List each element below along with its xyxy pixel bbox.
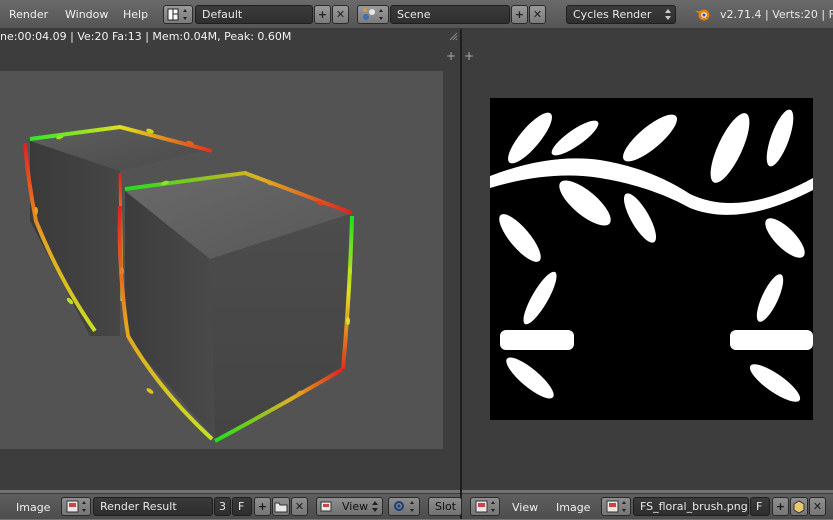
editor-type-button[interactable] [470, 497, 500, 516]
scene-name-field[interactable]: Scene [390, 5, 510, 24]
render-editor-footer: Image Render Result 3 F + ✕ View Slot [0, 493, 462, 519]
layout-selector-button[interactable] [163, 5, 193, 24]
zoom-pivot-dropdown[interactable] [388, 497, 420, 516]
image-menu[interactable]: Image [556, 501, 590, 514]
view-menu[interactable]: View [512, 501, 538, 514]
layout-name-field[interactable]: Default [195, 5, 313, 24]
render-info-text: ne:00:04.09 | Ve:20 Fa:13 | Mem:0.04M, P… [0, 30, 292, 43]
render-image-area[interactable] [0, 71, 443, 449]
updown-arrows-icon [665, 9, 671, 20]
blender-logo-icon [695, 9, 710, 21]
image-menu[interactable]: Image [16, 501, 50, 514]
image-icon [66, 500, 86, 513]
panel-toggle-plus-icon[interactable]: + [464, 49, 474, 63]
pack-image-button[interactable] [790, 497, 808, 516]
remove-layout-button[interactable]: ✕ [332, 5, 349, 24]
status-stats: v2.71.4 | Verts:20 | Fa [720, 8, 833, 21]
floral-brush-image [490, 109, 813, 420]
add-scene-button[interactable]: + [511, 5, 528, 24]
layout-grid-icon [167, 8, 187, 21]
image-editor-icon [475, 500, 495, 513]
image-users-count: 3 [214, 497, 231, 516]
open-image-button[interactable] [272, 497, 290, 516]
image-name-field[interactable]: Render Result [93, 497, 213, 516]
image-browse-button[interactable] [601, 497, 631, 516]
image-editor-render: ne:00:04.09 | Ve:20 Fa:13 | Mem:0.04M, P… [0, 29, 460, 490]
new-image-button[interactable]: + [772, 497, 789, 516]
top-header: Render Window Help Default + ✕ Scene + ✕… [0, 0, 833, 29]
package-icon [793, 500, 805, 514]
slot-dropdown[interactable]: Slot [428, 497, 462, 516]
view-dropdown-label: View [342, 500, 369, 513]
pivot-icon [394, 501, 414, 512]
floral-brush-texture[interactable] [490, 98, 813, 420]
texture-editor-footer: View Image FS_floral_brush.png F + ✕ [462, 493, 833, 519]
new-image-button[interactable]: + [254, 497, 271, 516]
render-preview [23, 124, 354, 443]
updown-arrows-icon [372, 501, 378, 512]
panel-toggle-plus-icon[interactable]: + [446, 49, 456, 63]
menu-render[interactable]: Render [9, 8, 48, 21]
remove-scene-button[interactable]: ✕ [529, 5, 546, 24]
render-engine-label: Cycles Render [573, 8, 652, 21]
scene-selector-button[interactable] [357, 5, 389, 24]
menu-window[interactable]: Window [65, 8, 108, 21]
image-icon [320, 501, 332, 512]
menu-help[interactable]: Help [123, 8, 148, 21]
image-editor-texture: + [462, 29, 833, 490]
render-engine-dropdown[interactable]: Cycles Render [566, 5, 676, 24]
area-corner-icon[interactable] [448, 31, 458, 41]
folder-icon [274, 502, 288, 513]
fake-user-toggle[interactable]: F [232, 497, 252, 516]
fake-user-toggle[interactable]: F [750, 497, 770, 516]
scene-icon [363, 8, 383, 20]
add-layout-button[interactable]: + [314, 5, 331, 24]
unlink-image-button[interactable]: ✕ [291, 497, 308, 516]
image-name-field[interactable]: FS_floral_brush.png [633, 497, 749, 516]
unlink-image-button[interactable]: ✕ [809, 497, 826, 516]
image-icon [606, 500, 626, 513]
view-dropdown[interactable]: View [316, 497, 383, 516]
image-browse-button[interactable] [61, 497, 91, 516]
